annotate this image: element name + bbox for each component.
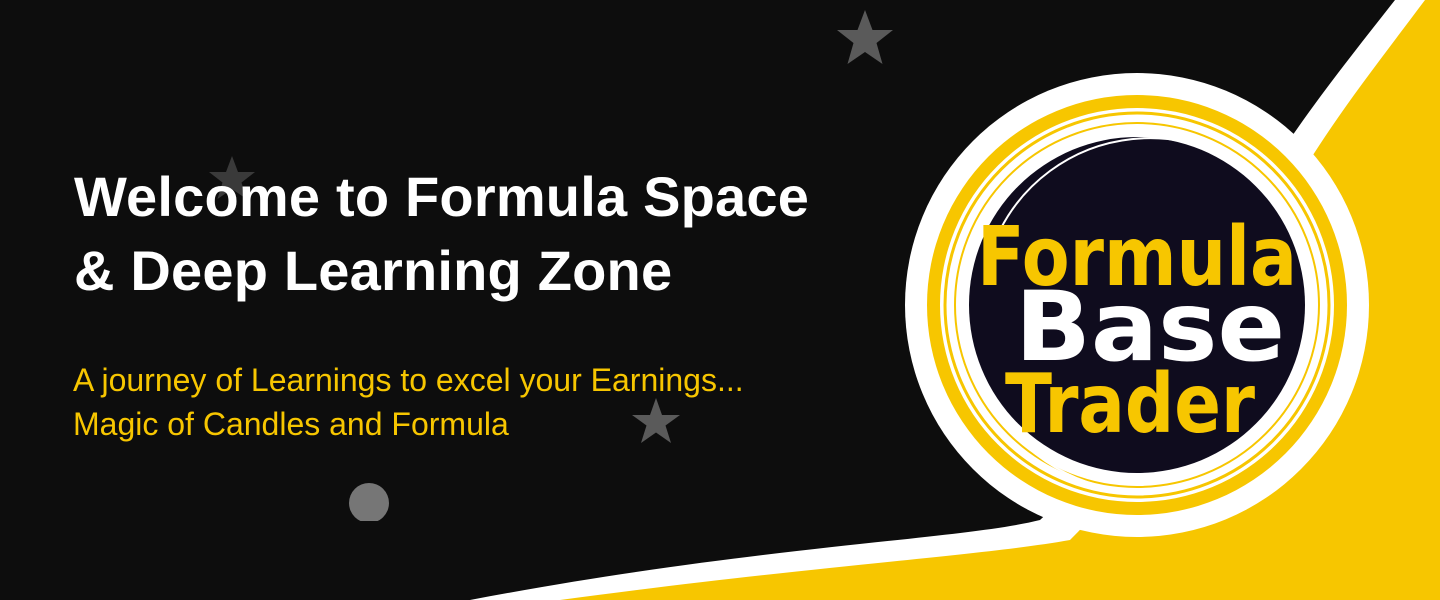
tagline-line-1: A journey of Learnings to excel your Ear… [73, 362, 744, 398]
headline: Welcome to Formula Space & Deep Learning… [74, 160, 809, 308]
tagline-line-2: Magic of Candles and Formula [73, 406, 509, 442]
hero-banner: Formula Base Trader Welcome to Formula S… [0, 0, 1440, 600]
star-icon [837, 10, 893, 64]
headline-line-1: Welcome to Formula Space [74, 165, 810, 228]
logo-word-trader: Trader [1005, 357, 1255, 452]
logo-badge: Formula Base Trader [905, 73, 1369, 537]
headline-line-2: & Deep Learning Zone [74, 239, 673, 302]
tagline: A journey of Learnings to excel your Ear… [73, 358, 744, 446]
circle-dot [349, 483, 389, 523]
